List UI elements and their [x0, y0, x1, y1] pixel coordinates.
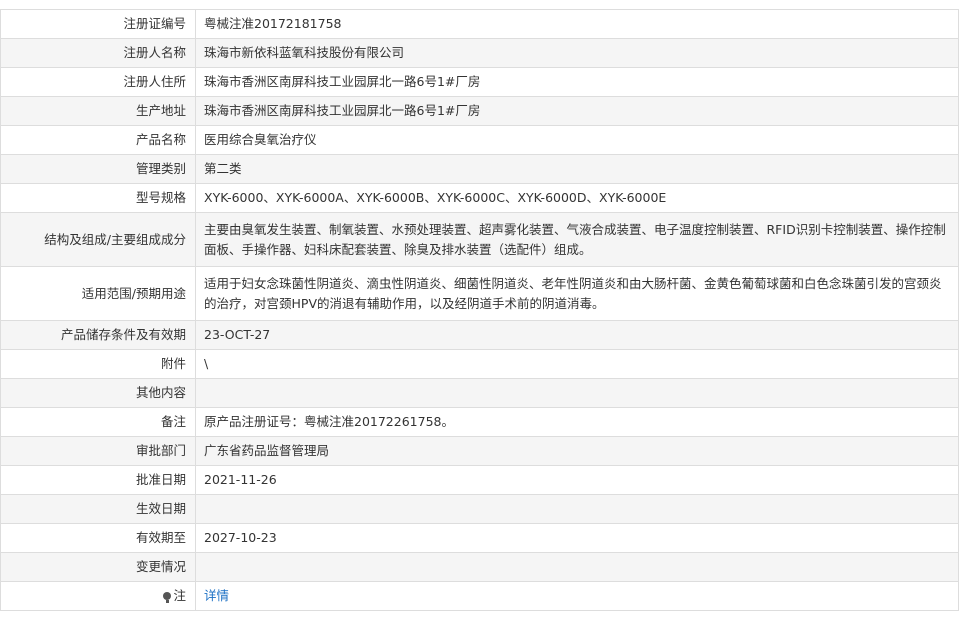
row-value: 2027-10-23	[195, 523, 959, 553]
table-row: 注册人住所 珠海市香洲区南屏科技工业园屏北一路6号1#厂房	[0, 67, 959, 97]
row-value: 广东省药品监督管理局	[195, 436, 959, 466]
table-row: 批准日期 2021-11-26	[0, 465, 959, 495]
row-label: 有效期至	[0, 523, 196, 553]
table-row: 生效日期	[0, 494, 959, 524]
row-value	[195, 552, 959, 582]
table-row: 生产地址 珠海市香洲区南屏科技工业园屏北一路6号1#厂房	[0, 96, 959, 126]
details-link[interactable]: 详情	[204, 588, 229, 603]
table-row: 型号规格 XYK-6000、XYK-6000A、XYK-6000B、XYK-60…	[0, 183, 959, 213]
row-value: 适用于妇女念珠菌性阴道炎、滴虫性阴道炎、细菌性阴道炎、老年性阴道炎和由大肠杆菌、…	[195, 266, 959, 321]
row-value: 原产品注册证号：粤械注准20172261758。	[195, 407, 959, 437]
table-row: 结构及组成/主要组成成分 主要由臭氧发生装置、制氧装置、水预处理装置、超声雾化装…	[0, 212, 959, 267]
table-row: 附件 \	[0, 349, 959, 379]
row-label: 注	[173, 588, 186, 603]
table-row: 适用范围/预期用途 适用于妇女念珠菌性阴道炎、滴虫性阴道炎、细菌性阴道炎、老年性…	[0, 266, 959, 321]
table-row: 注 详情	[0, 581, 959, 611]
row-label: 备注	[0, 407, 196, 437]
row-label: 审批部门	[0, 436, 196, 466]
table-row: 产品储存条件及有效期 23-OCT-27	[0, 320, 959, 350]
row-label: 生产地址	[0, 96, 196, 126]
row-label: 产品名称	[0, 125, 196, 155]
table-row: 审批部门 广东省药品监督管理局	[0, 436, 959, 466]
row-label: 变更情况	[0, 552, 196, 582]
row-label: 管理类别	[0, 154, 196, 184]
row-value: 粤械注准20172181758	[195, 9, 959, 39]
row-value: 第二类	[195, 154, 959, 184]
row-label: 型号规格	[0, 183, 196, 213]
row-label: 其他内容	[0, 378, 196, 408]
row-label: 适用范围/预期用途	[0, 266, 196, 321]
row-label: 批准日期	[0, 465, 196, 495]
table-row: 产品名称 医用综合臭氧治疗仪	[0, 125, 959, 155]
row-label: 注册证编号	[0, 9, 196, 39]
table-row: 管理类别 第二类	[0, 154, 959, 184]
row-value: 23-OCT-27	[195, 320, 959, 350]
row-value: 珠海市新依科蓝氧科技股份有限公司	[195, 38, 959, 68]
row-label: 附件	[0, 349, 196, 379]
row-value: 详情	[195, 581, 959, 611]
row-label: 产品储存条件及有效期	[0, 320, 196, 350]
lightbulb-icon	[163, 592, 172, 603]
table-row: 有效期至 2027-10-23	[0, 523, 959, 553]
table-row: 变更情况	[0, 552, 959, 582]
row-value	[195, 378, 959, 408]
row-value: 珠海市香洲区南屏科技工业园屏北一路6号1#厂房	[195, 67, 959, 97]
table-row: 备注 原产品注册证号：粤械注准20172261758。	[0, 407, 959, 437]
row-label: 注册人名称	[0, 38, 196, 68]
table-row: 注册人名称 珠海市新依科蓝氧科技股份有限公司	[0, 38, 959, 68]
device-registration-detail-table: 注册证编号 粤械注准20172181758 注册人名称 珠海市新依科蓝氧科技股份…	[0, 9, 959, 611]
row-label: 注册人住所	[0, 67, 196, 97]
table-row: 其他内容	[0, 378, 959, 408]
row-value: \	[195, 349, 959, 379]
row-value: 主要由臭氧发生装置、制氧装置、水预处理装置、超声雾化装置、气液合成装置、电子温度…	[195, 212, 959, 267]
note-label-cell: 注	[0, 581, 196, 611]
row-value: 医用综合臭氧治疗仪	[195, 125, 959, 155]
row-label: 结构及组成/主要组成成分	[0, 212, 196, 267]
row-value: XYK-6000、XYK-6000A、XYK-6000B、XYK-6000C、X…	[195, 183, 959, 213]
table-row: 注册证编号 粤械注准20172181758	[0, 9, 959, 39]
row-label: 生效日期	[0, 494, 196, 524]
row-value	[195, 494, 959, 524]
row-value: 2021-11-26	[195, 465, 959, 495]
row-value: 珠海市香洲区南屏科技工业园屏北一路6号1#厂房	[195, 96, 959, 126]
